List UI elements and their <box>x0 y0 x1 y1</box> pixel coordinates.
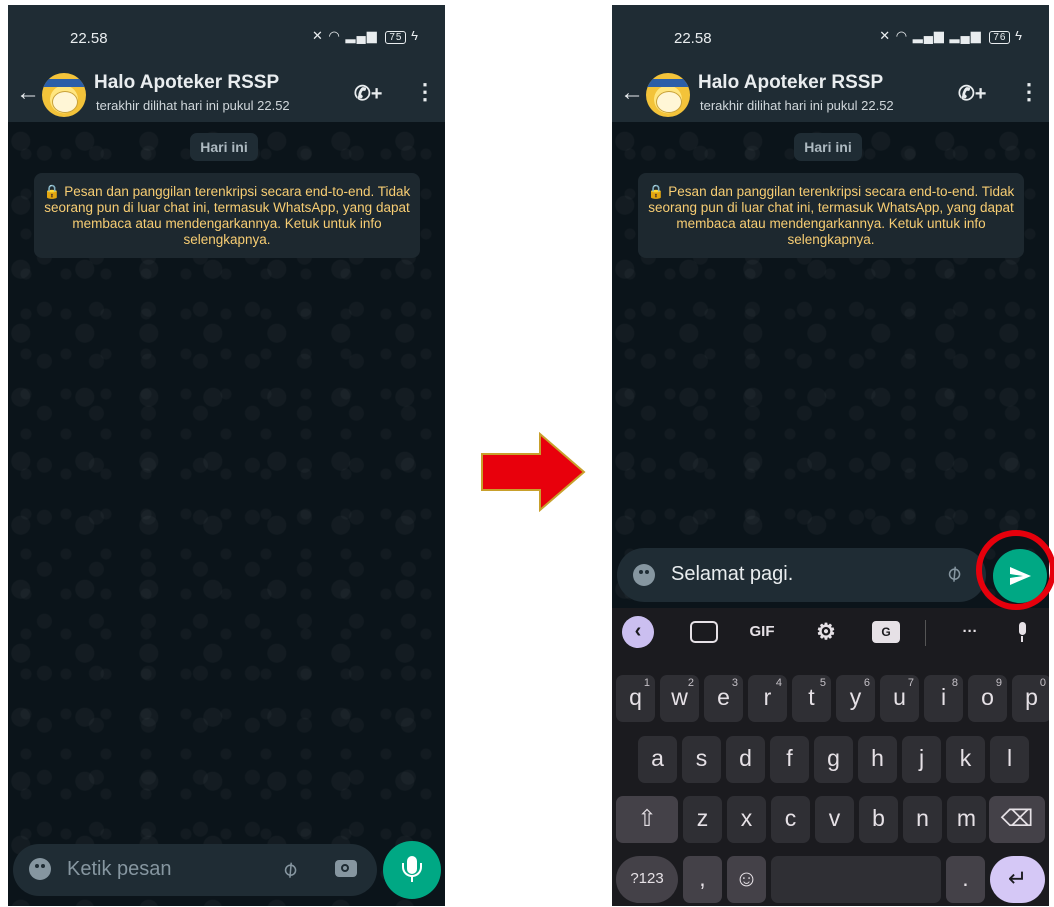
left-phone-screen: 22.58 ✕ ◠ ▂▄▆ 75 ϟ ← Halo Apoteker RSSP … <box>8 5 445 906</box>
space-bar[interactable] <box>771 856 941 903</box>
gif-button[interactable]: GIF <box>748 618 776 646</box>
date-chip: Hari ini <box>190 133 258 161</box>
charging-icon: ϟ <box>1015 28 1023 43</box>
symbols-key[interactable]: ?123 <box>616 856 678 903</box>
key-s[interactable]: s <box>682 736 721 783</box>
status-icons: ✕ ◠ ▂▄▆ 75 ϟ <box>312 28 419 44</box>
signal-icon: ▂▄▆ <box>345 28 378 43</box>
key-z[interactable]: z <box>683 796 722 843</box>
emoji-icon[interactable] <box>633 564 655 586</box>
back-arrow-icon[interactable]: ← <box>620 79 644 107</box>
attach-icon[interactable]: ⌀ <box>276 855 303 883</box>
shift-icon[interactable]: ⇧ <box>616 796 678 843</box>
message-composer[interactable]: Ketik pesan ⌀ <box>13 844 377 896</box>
keyboard: ‹ GIF ⚙ G ··· q1w2e3r4t5y6u7i8o9p0 asdfgh… <box>612 608 1049 906</box>
comma-key[interactable]: , <box>683 856 722 903</box>
status-icons: ✕ ◠ ▂▄▆ ▂▄▆ 76 ϟ <box>879 28 1023 44</box>
keyboard-back-icon[interactable]: ‹ <box>622 616 654 648</box>
message-input[interactable]: Ketik pesan <box>67 858 172 881</box>
chat-header: ← Halo Apoteker RSSP terakhir dilihat ha… <box>8 67 445 122</box>
last-seen: terakhir dilihat hari ini pukul 22.52 <box>700 98 894 113</box>
charging-icon: ϟ <box>411 28 419 43</box>
battery-icon: 76 <box>989 31 1011 44</box>
key-f[interactable]: f <box>770 736 809 783</box>
key-o[interactable]: o9 <box>968 675 1007 722</box>
translate-icon[interactable]: G <box>872 621 900 643</box>
backspace-icon[interactable]: ⌫ <box>989 796 1045 843</box>
wifi-icon: ◠ <box>328 28 341 43</box>
contact-name[interactable]: Halo Apoteker RSSP <box>94 72 279 94</box>
period-key[interactable]: . <box>946 856 985 903</box>
avatar[interactable] <box>646 73 690 117</box>
key-n[interactable]: n <box>903 796 942 843</box>
status-time: 22.58 <box>674 30 712 47</box>
date-chip: Hari ini <box>794 133 862 161</box>
signal-icon: ▂▄▆ ▂▄▆ <box>912 28 982 43</box>
encryption-notice[interactable]: 🔒 Pesan dan panggilan terenkripsi secara… <box>34 173 420 258</box>
key-v[interactable]: v <box>815 796 854 843</box>
avatar[interactable] <box>42 73 86 117</box>
enter-icon[interactable]: ↵ <box>990 856 1045 903</box>
contact-name[interactable]: Halo Apoteker RSSP <box>698 72 883 94</box>
emoji-key-icon[interactable]: ☺ <box>727 856 766 903</box>
last-seen: terakhir dilihat hari ini pukul 22.52 <box>96 98 290 113</box>
more-icon[interactable]: ··· <box>956 618 984 646</box>
chat-header: ← Halo Apoteker RSSP terakhir dilihat ha… <box>612 67 1049 122</box>
encryption-notice-text: 🔒 Pesan dan panggilan terenkripsi secara… <box>647 183 1015 247</box>
encryption-notice-text: 🔒 Pesan dan panggilan terenkripsi secara… <box>43 183 411 247</box>
emoji-icon[interactable] <box>29 858 51 880</box>
key-a[interactable]: a <box>638 736 677 783</box>
key-g[interactable]: g <box>814 736 853 783</box>
keyboard-toolbar: ‹ GIF ⚙ G ··· <box>612 608 1049 656</box>
add-call-icon[interactable]: ✆+ <box>958 81 986 106</box>
wifi-icon: ◠ <box>895 28 909 43</box>
key-m[interactable]: m <box>947 796 986 843</box>
key-w[interactable]: w2 <box>660 675 699 722</box>
key-t[interactable]: t5 <box>792 675 831 722</box>
key-r[interactable]: r4 <box>748 675 787 722</box>
more-vert-icon[interactable]: ⋮ <box>1018 79 1040 105</box>
key-h[interactable]: h <box>858 736 897 783</box>
key-y[interactable]: y6 <box>836 675 875 722</box>
message-input[interactable]: Selamat pagi. <box>671 563 793 586</box>
key-x[interactable]: x <box>727 796 766 843</box>
mute-icon: ✕ <box>879 28 892 43</box>
settings-gear-icon[interactable]: ⚙ <box>812 618 840 646</box>
add-call-icon[interactable]: ✆+ <box>354 81 382 106</box>
back-arrow-icon[interactable]: ← <box>16 79 40 107</box>
key-p[interactable]: p0 <box>1012 675 1049 722</box>
key-b[interactable]: b <box>859 796 898 843</box>
right-phone-screen: 22.58 ✕ ◠ ▂▄▆ ▂▄▆ 76 ϟ ← Halo Apoteker R… <box>612 5 1049 906</box>
voice-input-icon[interactable] <box>1016 618 1044 646</box>
status-time: 22.58 <box>70 30 108 47</box>
mute-icon: ✕ <box>312 28 324 43</box>
attach-icon[interactable]: ⌀ <box>940 559 967 587</box>
key-i[interactable]: i8 <box>924 675 963 722</box>
key-u[interactable]: u7 <box>880 675 919 722</box>
mic-button[interactable] <box>383 841 441 899</box>
status-bar: 22.58 ✕ ◠ ▂▄▆ ▂▄▆ 76 ϟ <box>612 5 1049 67</box>
key-c[interactable]: c <box>771 796 810 843</box>
encryption-notice[interactable]: 🔒 Pesan dan panggilan terenkripsi secara… <box>638 173 1024 258</box>
key-j[interactable]: j <box>902 736 941 783</box>
message-composer[interactable]: Selamat pagi. ⌀ <box>617 548 986 602</box>
more-vert-icon[interactable]: ⋮ <box>414 79 436 105</box>
toolbar-divider <box>925 620 926 646</box>
send-highlight-circle <box>976 530 1054 610</box>
key-l[interactable]: l <box>990 736 1029 783</box>
key-q[interactable]: q1 <box>616 675 655 722</box>
key-e[interactable]: e3 <box>704 675 743 722</box>
key-d[interactable]: d <box>726 736 765 783</box>
status-bar: 22.58 ✕ ◠ ▂▄▆ 75 ϟ <box>8 5 445 67</box>
sticker-icon[interactable] <box>690 621 718 643</box>
key-k[interactable]: k <box>946 736 985 783</box>
transition-arrow-icon <box>481 432 586 512</box>
battery-icon: 75 <box>385 31 407 44</box>
camera-icon[interactable] <box>335 860 357 877</box>
